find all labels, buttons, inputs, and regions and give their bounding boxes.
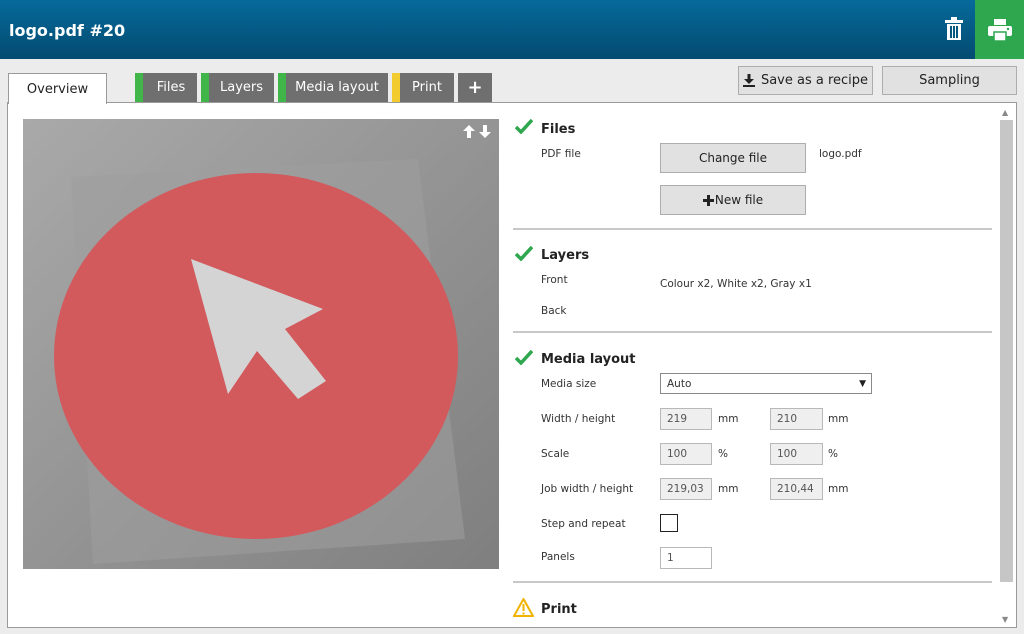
tab-overview[interactable]: Overview — [8, 73, 107, 104]
front-label: Front — [541, 274, 568, 286]
plus-icon — [702, 194, 714, 206]
settings-column: Files PDF file Change file logo.pdf New … — [513, 103, 993, 627]
width-input[interactable]: 219 — [660, 408, 712, 430]
download-icon — [742, 74, 755, 87]
overview-panel: Files PDF file Change file logo.pdf New … — [7, 102, 1017, 628]
save-as-recipe-label: Save as a recipe — [760, 73, 869, 88]
front-layers-value: Colour x2, White x2, Gray x1 — [660, 278, 812, 290]
check-icon — [515, 350, 533, 365]
step-and-repeat-checkbox[interactable] — [660, 514, 678, 532]
change-file-button[interactable]: Change file — [660, 143, 806, 173]
step-and-repeat-label: Step and repeat — [541, 518, 626, 530]
section-divider — [513, 331, 992, 333]
pdf-filename: logo.pdf — [819, 148, 862, 160]
chevron-down-icon: ▼ — [859, 379, 866, 389]
panels-input[interactable]: 1 — [660, 547, 712, 569]
width-height-label: Width / height — [541, 413, 616, 425]
files-section-title: Files — [541, 122, 576, 137]
media-layout-section-title: Media layout — [541, 352, 636, 367]
tab-print[interactable]: Print — [392, 73, 454, 102]
tab-label: Layers — [219, 80, 264, 95]
tab-label: Print — [412, 80, 442, 95]
app-header: logo.pdf #20 — [0, 0, 1024, 59]
trash-icon[interactable] — [934, 9, 974, 49]
scale-x-input[interactable]: 100 — [660, 443, 712, 465]
section-divider — [513, 581, 992, 583]
print-section-title: Print — [541, 602, 577, 617]
arrow-down-icon[interactable] — [479, 125, 491, 138]
job-width-input[interactable]: 219,03 — [660, 478, 712, 500]
scroll-down-icon[interactable]: ▼ — [1002, 615, 1008, 624]
tab-media-layout[interactable]: Media layout — [278, 73, 388, 102]
tab-layers[interactable]: Layers — [201, 73, 274, 102]
plus-icon: + — [467, 77, 483, 98]
unit-mm: mm — [828, 413, 849, 425]
sampling-label: Sampling — [919, 73, 980, 88]
layers-section-title: Layers — [541, 248, 590, 263]
job-width-height-label: Job width / height — [541, 483, 634, 495]
reorder-arrows — [463, 125, 491, 138]
scale-y-input[interactable]: 100 — [770, 443, 823, 465]
job-height-input[interactable]: 210,44 — [770, 478, 823, 500]
save-as-recipe-button[interactable]: Save as a recipe — [738, 66, 873, 95]
tab-label: Media layout — [295, 80, 379, 95]
scrollbar-thumb[interactable] — [1000, 120, 1013, 582]
check-icon — [515, 246, 533, 261]
media-size-label: Media size — [541, 378, 597, 390]
warning-icon — [513, 598, 534, 617]
section-divider — [513, 228, 992, 230]
status-stripe — [201, 73, 209, 102]
pdf-file-label: PDF file — [541, 148, 581, 160]
arrow-up-icon[interactable] — [463, 125, 475, 138]
printer-icon — [987, 18, 1012, 41]
scroll-up-icon[interactable]: ▲ — [1002, 108, 1008, 117]
unit-percent: % — [828, 448, 838, 460]
panels-label: Panels — [541, 551, 575, 563]
job-title: logo.pdf #20 — [9, 21, 126, 40]
sampling-button[interactable]: Sampling — [882, 66, 1017, 95]
job-preview — [23, 119, 499, 569]
tab-label: Files — [156, 80, 186, 95]
tab-files[interactable]: Files — [135, 73, 197, 102]
media-size-select[interactable]: Auto ▼ — [660, 373, 872, 394]
status-stripe — [278, 73, 286, 102]
vertical-scrollbar[interactable]: ▲ ▼ — [1000, 108, 1013, 624]
unit-percent: % — [718, 448, 728, 460]
print-button[interactable] — [975, 0, 1024, 59]
status-stripe — [392, 73, 400, 102]
check-icon — [515, 119, 533, 134]
tab-label: Overview — [26, 81, 89, 97]
status-stripe — [135, 73, 143, 102]
media-size-value: Auto — [667, 377, 692, 390]
unit-mm: mm — [718, 483, 739, 495]
change-file-label: Change file — [698, 151, 768, 165]
preview-image — [23, 119, 499, 569]
height-input[interactable]: 210 — [770, 408, 823, 430]
unit-mm: mm — [718, 413, 739, 425]
new-file-label: New file — [714, 193, 764, 207]
scale-label: Scale — [541, 448, 570, 460]
back-label: Back — [541, 305, 567, 317]
new-file-button[interactable]: New file — [660, 185, 806, 215]
unit-mm: mm — [828, 483, 849, 495]
add-tab-button[interactable]: + — [458, 73, 492, 102]
